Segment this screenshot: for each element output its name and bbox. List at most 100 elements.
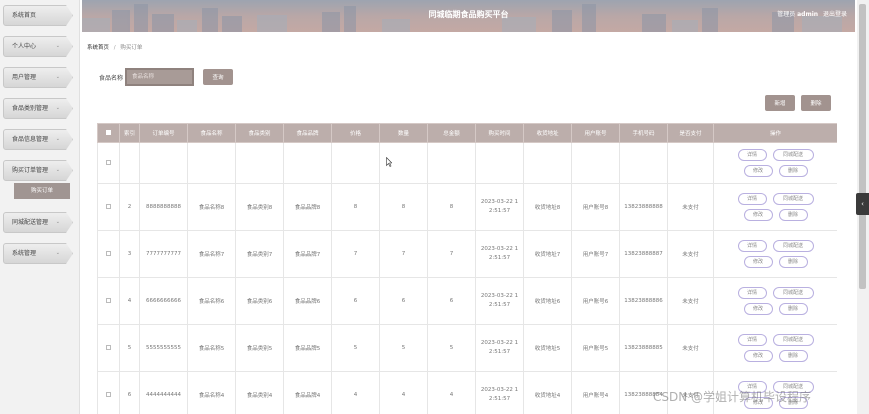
edit-button[interactable]: 修改 — [743, 209, 773, 221]
logout-link[interactable]: 退出登录 — [823, 11, 847, 18]
cell-operations: 详情 同城配送修改 删除 — [713, 230, 837, 278]
sidebar-item-users[interactable]: 用户管理 ⌄ — [3, 67, 73, 88]
edit-button[interactable]: 修改 — [743, 256, 773, 268]
cell-paid: 未支付 — [667, 277, 714, 325]
edit-button[interactable]: 修改 — [743, 303, 773, 315]
deliver-button[interactable]: 同城配送 — [772, 149, 814, 161]
sidebar-item-home[interactable]: 系统首页 — [3, 5, 73, 26]
row-delete-button[interactable]: 删除 — [778, 303, 808, 315]
deliver-button[interactable]: 同城配送 — [772, 193, 814, 205]
row-checkbox[interactable] — [106, 344, 111, 350]
column-header: 订单编号 — [139, 123, 188, 143]
row-select-cell[interactable] — [97, 277, 120, 325]
header-select-all[interactable] — [97, 123, 120, 143]
cell-purchase-time: 2023-03-22 1 2:51:57 — [475, 230, 524, 278]
sidebar-item-orders[interactable]: 购买订单管理 ⌄ — [3, 160, 73, 181]
cell-account: 用户账号6 — [571, 277, 620, 325]
chevron-down-icon: ⌄ — [55, 43, 60, 49]
cell-category: 食品类别4 — [235, 371, 284, 414]
cell-total: 4 — [427, 371, 476, 414]
add-button[interactable]: 新增 — [765, 95, 795, 111]
sidebar-item-food-info[interactable]: 食品信息管理 ⌄ — [3, 129, 73, 150]
row-select-cell[interactable] — [97, 324, 120, 372]
sidebar-item-food-category[interactable]: 食品类别管理 ⌄ — [3, 98, 73, 119]
row-delete-button[interactable]: 删除 — [778, 350, 808, 362]
time-line: 2023-03-22 1 — [480, 293, 519, 299]
table-row: 详情 同城配送修改 删除 — [97, 142, 837, 184]
page-title: 同城临期食品购买平台 — [428, 10, 509, 19]
search-button[interactable]: 查询 — [203, 69, 233, 85]
cell-food-name: 食品名称8 — [187, 183, 236, 231]
column-header: 手机号码 — [619, 123, 668, 143]
deliver-button[interactable]: 同城配送 — [772, 240, 814, 252]
search-input[interactable] — [125, 68, 194, 86]
cell-paid — [667, 142, 714, 184]
row-delete-button[interactable]: 删除 — [778, 256, 808, 268]
detail-button[interactable]: 详情 — [737, 193, 767, 205]
row-delete-button[interactable]: 删除 — [778, 209, 808, 221]
breadcrumb-separator: / — [113, 45, 116, 51]
cell-qty: 8 — [379, 183, 428, 231]
detail-button[interactable]: 详情 — [737, 334, 767, 346]
column-header: 食品类别 — [235, 123, 284, 143]
chevron-down-icon: ⌄ — [55, 136, 60, 142]
cell-phone: 13823888888 — [619, 183, 668, 231]
sidebar-item-label: 系统首页 — [12, 12, 37, 19]
row-checkbox[interactable] — [106, 159, 111, 165]
delete-selected-button[interactable]: 删除 — [801, 95, 831, 111]
cell-account: 用户账号7 — [571, 230, 620, 278]
cell-brand: 食品品牌4 — [283, 371, 332, 414]
edit-button[interactable]: 修改 — [743, 350, 773, 362]
row-delete-button[interactable]: 删除 — [778, 165, 808, 177]
app-root: 系统首页 个人中心 ⌄ 用户管理 ⌄ 食品类别管理 ⌄ 食品信息管理 ⌄ 购买订… — [0, 0, 869, 414]
chevron-down-icon: ⌄ — [55, 219, 60, 225]
row-checkbox[interactable] — [106, 250, 111, 256]
edit-button[interactable]: 修改 — [743, 165, 773, 177]
row-select-cell[interactable] — [97, 230, 120, 278]
cell-brand: 食品品牌6 — [283, 277, 332, 325]
table-row: 2 8888888888 食品名称8 食品类别8 食品品牌8 8 8 8 2023-03-22 … — [97, 183, 837, 231]
cell-operations: 详情 同城配送修改 删除 — [713, 277, 837, 325]
row-select-cell[interactable] — [97, 183, 120, 231]
chevron-down-icon: ⌄ — [55, 105, 60, 111]
cell-purchase-time: 2023-03-22 1 2:51:57 — [475, 324, 524, 372]
cell-total: 8 — [427, 183, 476, 231]
table-row: 5 5555555555 食品名称5 食品类别5 食品品牌5 5 5 5 2023-03-22 … — [97, 324, 837, 372]
detail-button[interactable]: 详情 — [737, 287, 767, 299]
row-select-cell[interactable] — [97, 371, 120, 414]
sidebar-item-label: 食品信息管理 — [12, 136, 49, 143]
collapse-panel-icon[interactable]: ‹ — [856, 193, 869, 215]
username: admin — [797, 11, 819, 18]
select-all-checkbox[interactable] — [106, 129, 111, 135]
cell-qty: 7 — [379, 230, 428, 278]
detail-button[interactable]: 详情 — [737, 149, 767, 161]
column-header: 食品品牌 — [283, 123, 332, 143]
sidebar-item-system[interactable]: 系统管理 ⌄ — [3, 243, 73, 264]
row-checkbox[interactable] — [106, 203, 111, 209]
cell-phone: 13823888887 — [619, 230, 668, 278]
sidebar-item-personal-center[interactable]: 个人中心 ⌄ — [3, 36, 73, 57]
cell-address: 收货地址6 — [523, 277, 572, 325]
detail-button[interactable]: 详情 — [737, 240, 767, 252]
cell-order-no — [139, 142, 188, 184]
cell-purchase-time: 2023-03-22 1 2:51:57 — [475, 183, 524, 231]
sidebar-item-delivery[interactable]: 同城配送管理 ⌄ — [3, 212, 73, 233]
deliver-button[interactable]: 同城配送 — [772, 334, 814, 346]
row-checkbox[interactable] — [106, 297, 111, 303]
deliver-button[interactable]: 同城配送 — [772, 287, 814, 299]
cell-paid: 未支付 — [667, 183, 714, 231]
row-checkbox[interactable] — [106, 391, 111, 397]
row-select-cell[interactable] — [97, 142, 120, 184]
breadcrumb-home[interactable]: 系统首页 — [87, 45, 109, 51]
column-header: 数量 — [379, 123, 428, 143]
cell-order-no: 5555555555 — [139, 324, 188, 372]
cell-category: 食品类别7 — [235, 230, 284, 278]
cell-brand: 食品品牌8 — [283, 183, 332, 231]
sidebar-subitem-orders[interactable]: 购买订单 — [14, 183, 70, 199]
cell-category — [235, 142, 284, 184]
cell-address: 收货地址7 — [523, 230, 572, 278]
header-user-area: 管理员 admin 退出登录 — [777, 9, 847, 18]
cell-purchase-time: 2023-03-22 1 2:51:57 — [475, 371, 524, 414]
cell-total: 6 — [427, 277, 476, 325]
vertical-scrollbar-thumb[interactable] — [859, 4, 866, 289]
